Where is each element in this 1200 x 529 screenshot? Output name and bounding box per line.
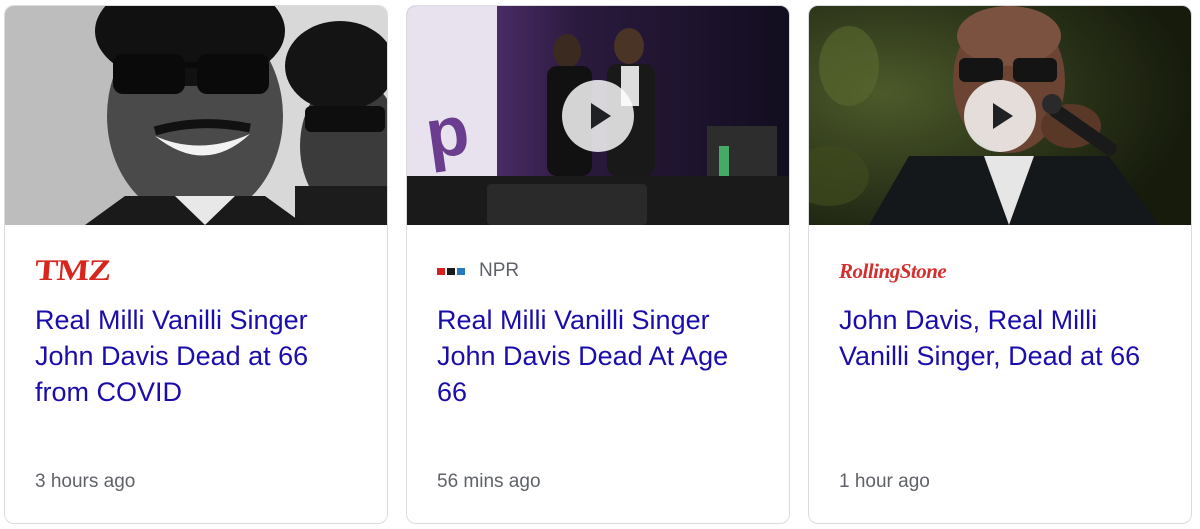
news-card-tmz[interactable]: TMZ Real Milli Vanilli Singer John Davis… [4, 5, 388, 524]
npr-logo-icon [437, 267, 465, 275]
news-timestamp: 56 mins ago [437, 471, 541, 492]
news-carousel: TMZ Real Milli Vanilli Singer John Davis… [0, 0, 1200, 529]
news-card-npr[interactable]: p NPR Real Milli Vanilli Singer John Dav… [406, 5, 790, 524]
tmz-logo: TMZ [33, 254, 112, 287]
news-headline-link[interactable]: John Davis, Real Milli Vanilli Singer, D… [839, 302, 1163, 374]
play-button[interactable] [562, 79, 634, 152]
source-name: NPR [479, 260, 520, 281]
news-headline-link[interactable]: Real Milli Vanilli Singer John Davis Dea… [35, 302, 359, 410]
news-card-rollingstone[interactable]: RollingStone John Davis, Real Milli Vani… [808, 5, 1192, 524]
video-thumbnail[interactable]: p [407, 6, 789, 225]
news-source: RollingStone [839, 256, 947, 286]
play-button[interactable] [964, 79, 1036, 152]
bw-photo-two-men [5, 6, 387, 225]
news-timestamp: 1 hour ago [839, 471, 930, 492]
news-source: TMZ [34, 254, 112, 287]
rollingstone-logo: RollingStone [839, 258, 947, 283]
news-timestamp: 3 hours ago [35, 471, 136, 492]
news-thumbnail[interactable] [5, 6, 387, 225]
news-headline-link[interactable]: Real Milli Vanilli Singer John Davis Dea… [437, 302, 761, 410]
news-source: NPR [437, 256, 519, 286]
video-thumbnail[interactable] [809, 6, 1191, 225]
play-icon [993, 102, 1013, 129]
play-icon [591, 102, 611, 129]
